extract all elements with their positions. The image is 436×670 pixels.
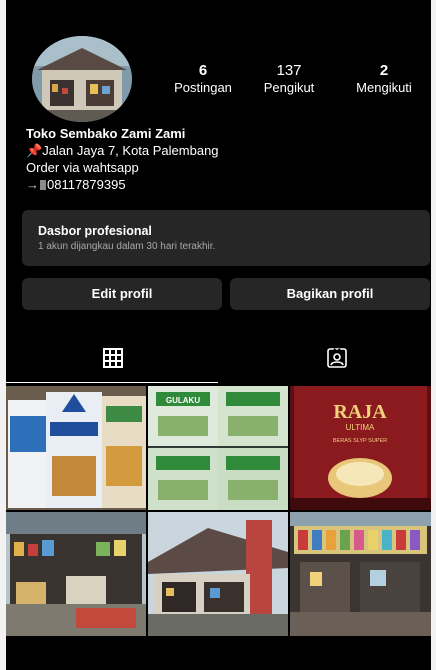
share-profile-button[interactable]: Bagikan profil (230, 278, 430, 310)
stat-following[interactable]: 2 Mengikuti (342, 62, 426, 96)
post-thumbnail[interactable] (148, 512, 288, 636)
post-thumbnail[interactable]: RAJA ULTIMA BERAS SLYP SUPER (290, 386, 431, 510)
following-count: 2 (379, 62, 389, 79)
profile-screen: 6 Postingan 137 Pengikut 2 Mengikuti Tok… (6, 0, 431, 670)
posts-count: 6 (198, 62, 208, 79)
post-thumbnail[interactable] (6, 512, 146, 636)
raja-tag-label: BERAS SLYP SUPER (333, 438, 387, 444)
profile-stats: 6 Postingan 137 Pengikut 2 Mengikuti (156, 62, 426, 102)
tab-posts-grid[interactable] (6, 340, 218, 380)
raja-sub-label: ULTIMA (346, 423, 375, 432)
profile-avatar[interactable] (32, 36, 132, 122)
following-label: Mengikuti (356, 80, 412, 95)
stat-posts[interactable]: 6 Postingan (156, 62, 250, 96)
phone-icon-box (40, 180, 46, 190)
profile-address: Jalan Jaya 7, Kota Palembang (42, 143, 219, 158)
active-tab-indicator (6, 382, 218, 383)
grid-icon (103, 348, 123, 368)
profile-address-line: 📌Jalan Jaya 7, Kota Palembang (26, 142, 416, 159)
profile-order-note: Order via wahtsapp (26, 160, 139, 175)
edit-profile-button[interactable]: Edit profil (22, 278, 222, 310)
tab-tagged[interactable] (219, 340, 431, 380)
profile-phone[interactable]: 08117879395 (47, 177, 126, 192)
phone-icon: → (26, 177, 39, 192)
profile-name: Toko Sembako Zami Zami (26, 126, 186, 141)
stat-followers[interactable]: 137 Pengikut (252, 62, 326, 96)
pin-icon: 📌 (26, 143, 43, 158)
post-thumbnail[interactable] (6, 386, 146, 510)
gulaku-label: GULAKU (166, 396, 200, 405)
dashboard-subtitle: 1 akun dijangkau dalam 30 hari terakhir. (38, 241, 216, 252)
post-thumbnail[interactable]: GULAKU (148, 386, 288, 510)
profile-phone-line: → 08117879395 (26, 176, 416, 193)
profile-bio: Toko Sembako Zami Zami 📌Jalan Jaya 7, Ko… (26, 125, 416, 193)
followers-label: Pengikut (263, 80, 315, 95)
raja-brand-label: RAJA (333, 401, 387, 423)
posts-grid: GULAKU RAJA ULTIMA BERAS SLYP SUPER (6, 386, 431, 636)
posts-label: Postingan (174, 80, 232, 95)
dashboard-title: Dasbor profesional (38, 224, 152, 238)
followers-count: 137 (276, 62, 302, 79)
tagged-icon (327, 348, 347, 368)
professional-dashboard[interactable]: Dasbor profesional 1 akun dijangkau dala… (22, 210, 430, 266)
post-thumbnail[interactable] (290, 512, 431, 636)
